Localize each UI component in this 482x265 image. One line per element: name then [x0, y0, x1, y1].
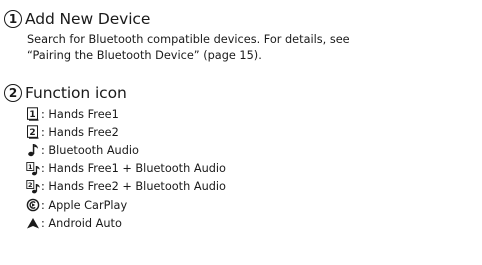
circled-number-2: 2 [4, 84, 22, 102]
list-item-label: : Android Auto [41, 216, 122, 230]
list-item-label: : Apple CarPlay [41, 198, 128, 212]
list-item: 2 : Hands Free2 [26, 123, 226, 141]
section-heading: 2 Function icon [4, 82, 226, 104]
list-item-label: : Hands Free2 [41, 125, 119, 139]
function-icon-list: 1 : Hands Free1 2 : Hands Free2: Blueto… [26, 105, 226, 232]
android-auto-icon [26, 216, 40, 230]
hands-free-1-audio-icon: 1 [26, 161, 40, 176]
list-item-label: : Hands Free1 [41, 107, 119, 121]
circled-number-1: 1 [4, 10, 22, 28]
list-item: : Apple CarPlay [26, 196, 226, 214]
section-description: Search for Bluetooth compatible devices.… [27, 32, 477, 64]
svg-text:1: 1 [29, 110, 35, 120]
section-add-new-device: 1 Add New Device Search for Bluetooth co… [4, 8, 477, 64]
list-item-label: : Hands Free1 + Bluetooth Audio [41, 162, 226, 176]
section-title: Function icon [25, 84, 127, 102]
list-item: 2 : Hands Free2 + Bluetooth Audio [26, 178, 226, 196]
hands-free-1-icon: 1 [26, 107, 40, 121]
section-title: Add New Device [25, 10, 151, 28]
description-line: “Pairing the Bluetooth Device” (page 15)… [27, 49, 262, 62]
list-item: : Android Auto [26, 214, 226, 232]
list-item: 1 : Hands Free1 [26, 105, 226, 123]
svg-text:1: 1 [28, 163, 33, 171]
section-heading: 1 Add New Device [4, 8, 477, 30]
hands-free-2-audio-icon: 2 [26, 179, 40, 194]
section-function-icon: 2 Function icon 1 : Hands Free1 2 : Hand… [4, 82, 226, 232]
list-item-label: : Bluetooth Audio [41, 143, 139, 157]
list-item: 1 : Hands Free1 + Bluetooth Audio [26, 160, 226, 178]
list-item: : Bluetooth Audio [26, 141, 226, 159]
list-item-label: : Hands Free2 + Bluetooth Audio [41, 180, 226, 194]
svg-text:2: 2 [28, 181, 33, 189]
hands-free-2-icon: 2 [26, 125, 40, 139]
apple-carplay-icon [26, 198, 40, 212]
description-line: Search for Bluetooth compatible devices.… [27, 33, 350, 46]
bluetooth-audio-icon [26, 143, 40, 157]
svg-text:2: 2 [29, 128, 35, 138]
